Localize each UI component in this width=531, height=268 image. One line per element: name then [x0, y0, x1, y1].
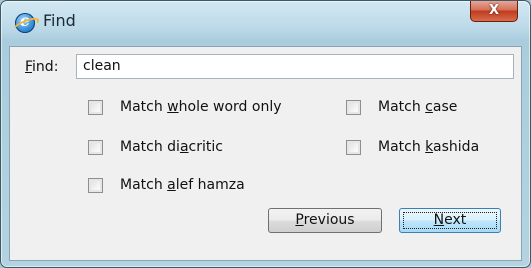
label-accel: a	[179, 139, 189, 155]
button-accel: N	[433, 212, 445, 228]
match-alef-hamza-checkbox[interactable]	[88, 178, 103, 193]
match-kashida-checkbox[interactable]	[346, 140, 361, 155]
match-whole-word-label: Match whole word only	[120, 99, 282, 115]
match-diacritic-label: Match diacritic	[120, 139, 223, 155]
find-label-accel: F	[25, 59, 33, 75]
label-part: Match	[120, 177, 168, 193]
title-bar[interactable]: Find X	[1, 1, 530, 45]
label-part: Match	[120, 99, 168, 115]
label-accel: k	[425, 139, 434, 155]
label-part: ashida	[433, 139, 480, 155]
close-button[interactable]: X	[470, 1, 518, 22]
label-part: lef hamza	[175, 177, 245, 193]
next-button[interactable]: Next	[399, 208, 501, 233]
button-label-rest: revious	[303, 212, 355, 228]
find-input-value: clean	[83, 58, 121, 74]
label-part: ase	[432, 99, 458, 115]
label-accel: w	[167, 99, 179, 115]
dialog-content: Find: clean Match whole word only Match …	[9, 46, 522, 261]
label-part: Match	[378, 139, 426, 155]
find-input[interactable]: clean	[76, 54, 514, 79]
window-title: Find	[43, 11, 76, 30]
button-accel: P	[295, 212, 304, 228]
match-case-checkbox[interactable]	[346, 100, 361, 115]
button-label-rest: ext	[444, 212, 467, 228]
find-label-rest: ind:	[32, 59, 59, 75]
match-diacritic-checkbox[interactable]	[88, 140, 103, 155]
find-dialog: Find X Find: clean Match whole word only…	[0, 0, 531, 268]
match-alef-hamza-label: Match alef hamza	[120, 177, 245, 193]
label-part: critic	[188, 139, 223, 155]
match-whole-word-checkbox[interactable]	[88, 100, 103, 115]
label-part: Match di	[120, 139, 180, 155]
label-part: hole word only	[178, 99, 282, 115]
find-label: Find:	[25, 59, 58, 75]
match-case-label: Match case	[378, 99, 457, 115]
label-accel: c	[425, 99, 433, 115]
close-icon: X	[488, 3, 500, 18]
match-kashida-label: Match kashida	[378, 139, 479, 155]
internet-explorer-icon	[15, 11, 35, 33]
label-accel: a	[167, 177, 176, 193]
label-part: Match	[378, 99, 426, 115]
previous-button[interactable]: Previous	[268, 208, 382, 233]
